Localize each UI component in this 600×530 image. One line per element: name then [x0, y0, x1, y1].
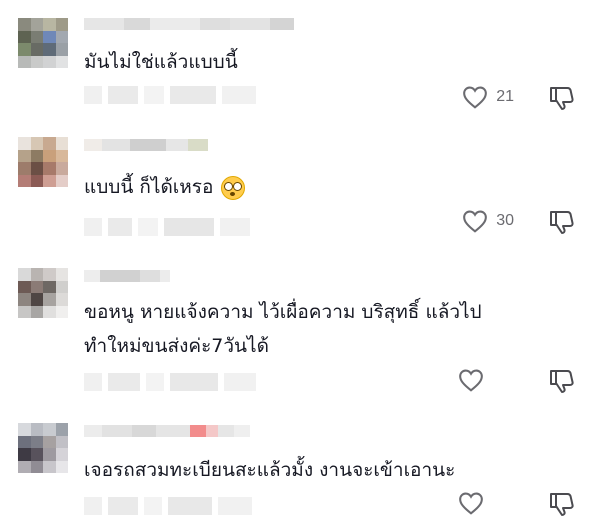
like-button[interactable]: 30: [462, 206, 514, 236]
heart-outline-icon: [459, 369, 483, 392]
avatar-pixel: [55, 293, 68, 306]
avatar-pixel: [55, 460, 68, 473]
avatar-pixel: [30, 460, 43, 473]
avatar-pixel: [30, 280, 43, 293]
username-blurred[interactable]: [84, 270, 170, 282]
avatar-pixel: [55, 280, 68, 293]
comment-text: เจอรถสวมทะเบียนสะแล้วมั้ง งานจะเข้าเอานะ: [84, 459, 456, 481]
flushed-face-emoji: [221, 175, 246, 200]
avatar-pixel: [55, 43, 68, 56]
avatar-pixel: [18, 55, 31, 68]
avatar-pixel: [43, 149, 56, 162]
comment-text-line: ขอหนู หายแจ้งความ ไว้เผื่อความ บริสุทธิ์…: [84, 301, 482, 323]
avatar-pixel: [55, 305, 68, 318]
avatar-pixel: [55, 137, 68, 150]
avatar-pixel: [43, 448, 56, 461]
avatar-pixel: [30, 268, 43, 281]
avatar-pixel: [55, 18, 68, 31]
avatar-pixel: [18, 460, 31, 473]
thumbs-down-outline-icon[interactable]: [548, 490, 576, 518]
comment-text-content: แบบนี้ ก็ได้เหรอ: [84, 176, 214, 198]
avatar-pixel: [30, 423, 43, 436]
username-blurred[interactable]: [84, 139, 208, 151]
avatar-pixel: [30, 30, 43, 43]
avatar[interactable]: [18, 18, 68, 68]
avatar-pixel: [18, 293, 31, 306]
avatar-pixel: [55, 55, 68, 68]
heart-outline-icon: [459, 492, 483, 515]
avatar-pixel: [18, 423, 31, 436]
avatar-pixel: [43, 435, 56, 448]
avatar-pixel: [18, 18, 31, 31]
avatar-pixel: [43, 280, 56, 293]
like-count: 30: [496, 212, 514, 229]
avatar-pixel: [18, 30, 31, 43]
comment-text-line: ทำใหม่ขนส่งค่ะ7วันได้: [84, 335, 269, 357]
comment-text: แบบนี้ ก็ได้เหรอ: [84, 172, 246, 202]
thumbs-down-outline-icon[interactable]: [548, 84, 576, 112]
avatar-pixel: [55, 162, 68, 175]
heart-outline-icon: [463, 86, 488, 109]
avatar-pixel: [30, 435, 43, 448]
avatar-pixel: [43, 162, 56, 175]
like-button[interactable]: [458, 365, 484, 395]
avatar-pixel: [18, 162, 31, 175]
avatar-pixel: [43, 137, 56, 150]
avatar-pixel: [43, 30, 56, 43]
avatar-pixel: [18, 137, 31, 150]
avatar-pixel: [30, 174, 43, 187]
like-button[interactable]: 21: [462, 82, 514, 112]
avatar[interactable]: [18, 268, 68, 318]
avatar-pixel: [30, 162, 43, 175]
avatar-pixel: [30, 305, 43, 318]
avatar-pixel: [18, 149, 31, 162]
avatar-pixel: [55, 435, 68, 448]
avatar-pixel: [30, 448, 43, 461]
avatar-pixel: [55, 174, 68, 187]
avatar-pixel: [18, 435, 31, 448]
heart-outline-icon: [463, 210, 488, 233]
avatar-pixel: [55, 448, 68, 461]
avatar-pixel: [18, 305, 31, 318]
avatar-pixel: [43, 174, 56, 187]
thumbs-down-outline-icon[interactable]: [548, 208, 576, 236]
avatar-pixel: [30, 293, 43, 306]
like-button[interactable]: [458, 488, 484, 518]
username-blurred[interactable]: [84, 425, 250, 437]
thumbs-down-outline-icon[interactable]: [548, 367, 576, 395]
comment-meta-blurred: [84, 86, 256, 106]
avatar-pixel: [18, 448, 31, 461]
avatar-pixel: [43, 305, 56, 318]
comment-meta-blurred: [84, 497, 252, 517]
comment-text: มันไม่ใช่แล้วแบบนี้: [84, 51, 238, 73]
avatar-pixel: [18, 280, 31, 293]
avatar-pixel: [18, 174, 31, 187]
avatar-pixel: [43, 43, 56, 56]
like-count: 21: [496, 88, 514, 105]
avatar-pixel: [30, 55, 43, 68]
avatar-pixel: [30, 18, 43, 31]
comment-text: ขอหนู หายแจ้งความ ไว้เผื่อความ บริสุทธิ์…: [84, 297, 482, 361]
avatar-pixel: [43, 293, 56, 306]
avatar-pixel: [30, 149, 43, 162]
avatar-pixel: [43, 55, 56, 68]
comment-meta-blurred: [84, 218, 250, 238]
avatar-pixel: [43, 268, 56, 281]
avatar-pixel: [55, 423, 68, 436]
avatar-pixel: [55, 30, 68, 43]
avatar-pixel: [43, 423, 56, 436]
avatar[interactable]: [18, 137, 68, 187]
avatar-pixel: [18, 268, 31, 281]
avatar-pixel: [55, 149, 68, 162]
comment-meta-blurred: [84, 373, 256, 393]
avatar[interactable]: [18, 423, 68, 473]
avatar-pixel: [30, 137, 43, 150]
avatar-pixel: [43, 18, 56, 31]
avatar-pixel: [55, 268, 68, 281]
avatar-pixel: [18, 43, 31, 56]
avatar-pixel: [30, 43, 43, 56]
avatar-pixel: [43, 460, 56, 473]
username-blurred[interactable]: [84, 18, 294, 30]
